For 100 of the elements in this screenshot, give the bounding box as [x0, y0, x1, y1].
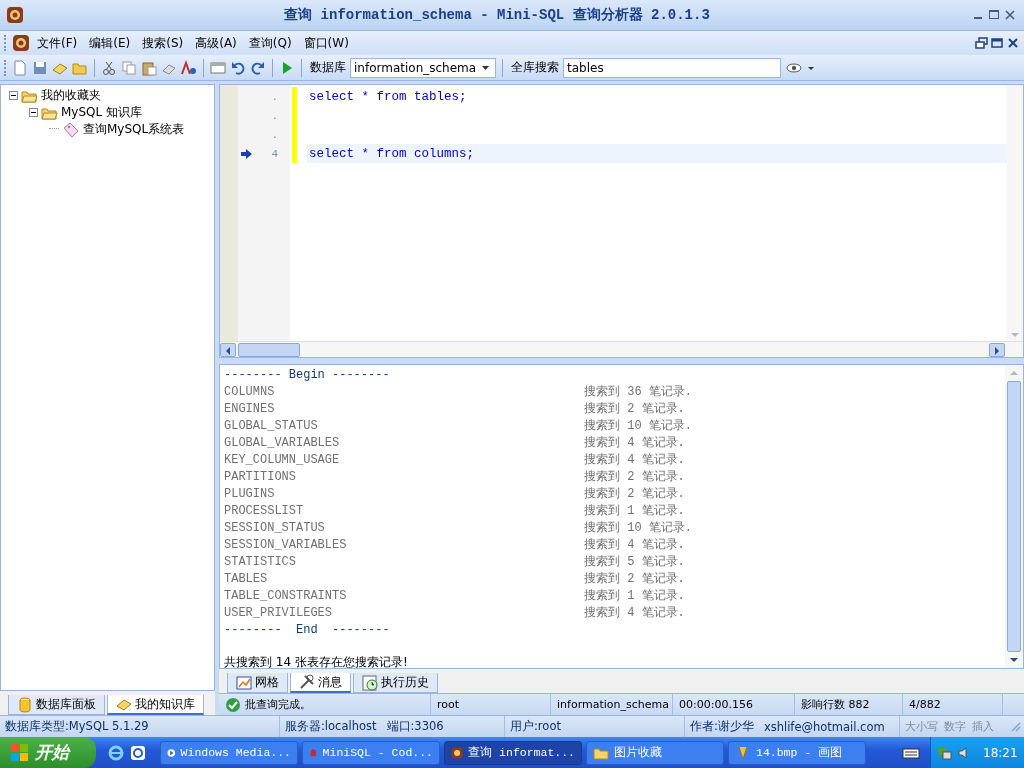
maximize-icon[interactable]: [990, 36, 1004, 50]
table-name: PLUGINS: [224, 486, 276, 503]
menu-item[interactable]: 搜索(S): [137, 32, 189, 54]
result-text: 搜索到 1 笔记录.: [584, 588, 685, 605]
caret-icon: [482, 65, 489, 70]
menu-item[interactable]: 编辑(E): [84, 32, 136, 54]
scissors-icon[interactable]: [101, 59, 117, 76]
result-text: 搜索到 2 笔记录.: [584, 571, 685, 588]
table-name: GLOBAL_STATUS: [224, 418, 319, 435]
result-text: 搜索到 2 笔记录.: [584, 469, 685, 486]
tab[interactable]: 消息: [290, 673, 351, 693]
current-line-arrow-icon: [240, 148, 253, 160]
restore-icon[interactable]: [974, 36, 988, 50]
window-title: 查询 information_schema - Mini-SQL 查询分析器 2.0.1.3: [283, 6, 711, 24]
result-text: 搜索到 2 笔记录.: [584, 486, 685, 503]
scrollbar-thumb[interactable]: [238, 342, 300, 357]
tab[interactable]: 数据库面板: [8, 695, 105, 715]
clock-icon: [362, 674, 378, 691]
table-name: TABLES: [224, 571, 269, 588]
key-indicator: 插入: [972, 719, 994, 734]
result-text: 搜索到 4 笔记录.: [584, 605, 685, 622]
tab[interactable]: 网格: [227, 673, 288, 693]
menu-item[interactable]: 文件(F): [32, 32, 83, 54]
scroll-right-button[interactable]: [989, 342, 1005, 357]
database-type: 数据库类型:MySQL 5.1.29: [5, 719, 149, 734]
table-name: PROCESSLIST: [224, 503, 305, 520]
result-text: 搜索到 2 笔记录.: [584, 401, 685, 418]
taskbar-button[interactable]: 查询 informat...: [444, 740, 582, 765]
result-text: 搜索到 5 笔记录.: [584, 554, 685, 571]
save-icon[interactable]: [32, 59, 48, 76]
author-email: xshlife@hotmail.com: [763, 719, 885, 734]
tab[interactable]: 我的知识库: [107, 695, 204, 715]
affected-rows: 影响行数 882: [801, 697, 870, 712]
app-e-icon[interactable]: [130, 744, 146, 761]
taskbar-button[interactable]: 图片收藏: [586, 740, 724, 765]
author-info: 作者:谢少华: [690, 719, 754, 734]
table-name: COLUMNS: [224, 384, 276, 401]
result-text: 搜索到 36 笔记录.: [584, 384, 692, 401]
key-indicator: 数字: [944, 719, 966, 734]
menu-item[interactable]: 查询(Q): [243, 32, 297, 54]
close-icon[interactable]: [1006, 36, 1020, 50]
database-status: information_schema: [557, 698, 669, 711]
table-name: SESSION_VARIABLES: [224, 537, 348, 554]
table-name: PARTITIONS: [224, 469, 297, 486]
database-label: 数据库: [310, 59, 346, 76]
database-dropdown[interactable]: information_schema: [350, 57, 496, 78]
search-label: 全库搜索: [511, 59, 559, 76]
taskbar-button[interactable]: MiniSQL - Cod...: [302, 740, 440, 765]
table-name: STATISTICS: [224, 554, 297, 571]
tree-item[interactable]: 查询MySQL系统表: [83, 121, 185, 138]
key-indicator: 大小写: [905, 719, 938, 734]
taskbar-button[interactable]: Windows Media...: [160, 740, 298, 765]
undo-icon[interactable]: [230, 59, 246, 76]
app-logo-icon: [12, 34, 30, 52]
spellcheck-icon[interactable]: [181, 59, 197, 76]
chart-icon: [236, 674, 252, 691]
clock: 18:21: [983, 745, 1018, 760]
begin-marker: -------- Begin --------: [224, 367, 390, 384]
cylinder-icon: [17, 696, 33, 713]
scrollbar-thumb[interactable]: [1007, 381, 1021, 652]
server-info: 服务器:localhost: [285, 719, 377, 734]
status-message: 批查询完成。: [245, 697, 311, 712]
scroll-left-button[interactable]: [220, 342, 236, 357]
tree-item[interactable]: 我的收藏夹: [41, 87, 101, 104]
result-text: 搜索到 1 笔记录.: [584, 503, 685, 520]
taskbar-button[interactable]: 14.bmp - 画图: [728, 740, 866, 765]
result-text: 搜索到 4 笔记录.: [584, 537, 685, 554]
result-text: 搜索到 4 笔记录.: [584, 435, 685, 452]
expand-toggle-icon[interactable]: [9, 91, 18, 100]
table-name: GLOBAL_VARIABLES: [224, 435, 341, 452]
app-logo-icon: [6, 6, 24, 24]
expand-toggle-icon[interactable]: [29, 108, 38, 117]
user-status: root: [437, 698, 460, 711]
user-info: 用户:root: [510, 719, 561, 734]
paste-icon[interactable]: [141, 59, 157, 76]
menu-item[interactable]: 窗口(W): [298, 32, 354, 54]
code-line: select * from columns;: [309, 146, 475, 161]
result-text: 搜索到 10 笔记录.: [584, 520, 692, 537]
tab[interactable]: 执行历史: [353, 673, 438, 693]
code-line: select * from tables;: [309, 89, 467, 104]
summary-text: 共搜索到 14 张表存在您搜索记录!: [224, 654, 408, 671]
result-text: 搜索到 4 笔记录.: [584, 452, 685, 469]
row-position: 4/882: [909, 698, 941, 711]
line-number: .: [271, 109, 278, 122]
port-info: 端口:3306: [386, 719, 444, 734]
menu-item[interactable]: 高级(A): [190, 32, 242, 54]
table-name: ENGINES: [224, 401, 276, 418]
elapsed-time: 00:00:00.156: [679, 698, 753, 711]
tag-icon: [62, 121, 80, 138]
table-name: KEY_COLUMN_USAGE: [224, 452, 341, 469]
line-number: .: [271, 128, 278, 141]
search-field[interactable]: tables: [563, 57, 781, 78]
end-marker: -------- End --------: [224, 622, 390, 639]
browser-e-icon[interactable]: [108, 744, 124, 761]
table-name: USER_PRIVILEGES: [224, 605, 334, 622]
line-number: 4: [271, 147, 278, 160]
windows-flag-icon: [10, 743, 29, 762]
result-text: 搜索到 10 笔记录.: [584, 418, 692, 435]
tree-item[interactable]: MySQL 知识库: [61, 104, 143, 121]
check-icon: [225, 696, 241, 713]
